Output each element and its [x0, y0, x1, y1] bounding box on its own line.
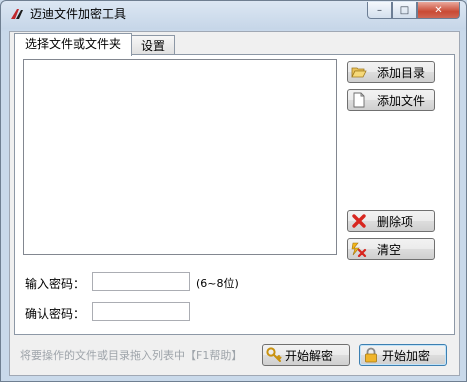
- clear-list-icon: [351, 241, 367, 257]
- close-button[interactable]: ✕: [417, 2, 460, 19]
- document-icon: [351, 92, 367, 108]
- window-title: 迈迪文件加密工具: [30, 7, 127, 21]
- delete-item-label: 删除项: [377, 214, 414, 229]
- folder-open-icon: [351, 64, 367, 80]
- lock-icon: [363, 347, 379, 363]
- tab-panel: 添加目录 添加文件 删除项 清空 输入密码： (6~8位) 确认密码：: [14, 54, 455, 335]
- minimize-icon: –: [377, 4, 382, 16]
- clear-label: 清空: [377, 242, 402, 257]
- delete-x-icon: [351, 213, 367, 229]
- tab-select-files[interactable]: 选择文件或文件夹: [14, 33, 133, 56]
- close-icon: ✕: [434, 4, 443, 16]
- start-decrypt-button[interactable]: 开始解密: [262, 344, 350, 366]
- add-file-label: 添加文件: [377, 93, 426, 108]
- app-window: 迈迪文件加密工具 – □ ✕ 选择文件或文件夹 设置 添加目录 添加文件 删除项…: [0, 0, 467, 382]
- tab-settings[interactable]: 设置: [131, 35, 176, 56]
- title-bar[interactable]: 迈迪文件加密工具 – □ ✕: [1, 1, 466, 27]
- clear-button[interactable]: 清空: [347, 238, 435, 260]
- password-field[interactable]: [92, 272, 190, 291]
- file-list[interactable]: [23, 59, 337, 255]
- minimize-button[interactable]: –: [367, 2, 392, 19]
- maximize-button[interactable]: □: [392, 2, 417, 19]
- client-area: 选择文件或文件夹 设置 添加目录 添加文件 删除项 清空 输入密码： (6~8位…: [9, 31, 460, 376]
- key-icon: [266, 347, 282, 363]
- password-label: 输入密码：: [25, 277, 86, 291]
- delete-item-button[interactable]: 删除项: [347, 210, 435, 232]
- confirm-password-label: 确认密码：: [25, 307, 86, 321]
- start-encrypt-label: 开始加密: [382, 348, 431, 363]
- start-encrypt-button[interactable]: 开始加密: [359, 344, 447, 366]
- maximize-icon: □: [399, 4, 410, 16]
- password-length-hint: (6~8位): [196, 277, 239, 290]
- start-decrypt-label: 开始解密: [285, 348, 334, 363]
- status-hint: 将要操作的文件或目录拖入列表中【F1帮助】: [20, 349, 243, 362]
- app-logo-icon: [9, 6, 25, 22]
- add-file-button[interactable]: 添加文件: [347, 89, 435, 111]
- add-directory-button[interactable]: 添加目录: [347, 61, 435, 83]
- confirm-password-field[interactable]: [92, 302, 190, 321]
- add-directory-label: 添加目录: [377, 65, 426, 80]
- tab-strip: 选择文件或文件夹 设置: [14, 33, 176, 56]
